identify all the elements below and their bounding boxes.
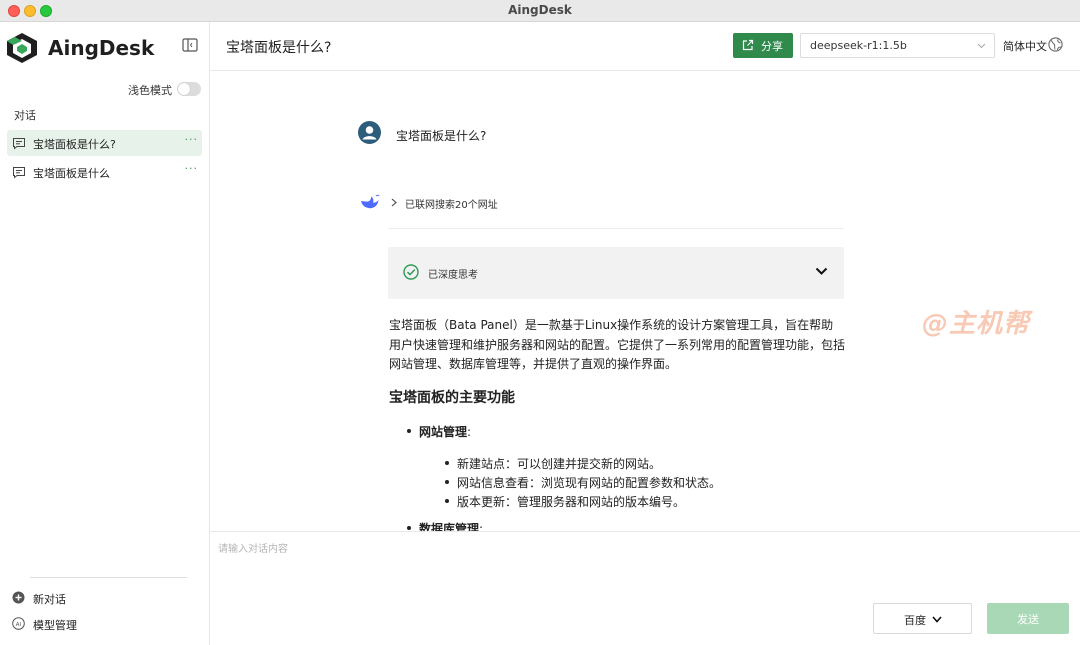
feature-detail: 版本更新：管理服务器和网站的版本编号。 xyxy=(445,493,685,510)
bullet-dot xyxy=(445,479,449,484)
send-label: 发送 xyxy=(1017,613,1039,626)
brand-name: AingDesk xyxy=(48,36,155,60)
bullet-dot xyxy=(407,525,411,530)
feature-item: 数据库管理: xyxy=(407,520,483,531)
feature-detail: 新建站点：可以创建并提交新的网站。 xyxy=(445,455,661,472)
model-manage-label: 模型管理 xyxy=(33,619,77,632)
answer-heading: 宝塔面板的主要功能 xyxy=(389,390,515,406)
light-mode-toggle[interactable] xyxy=(177,82,201,96)
chat-header: 宝塔面板是什么? 分享 deepseek-r1:1.5b 简体中文 xyxy=(210,22,1080,71)
svg-text:AI: AI xyxy=(16,622,22,628)
collapse-sidebar-icon[interactable] xyxy=(182,38,198,52)
chevron-right-icon xyxy=(391,198,397,207)
conversation-label: 宝塔面板是什么? xyxy=(33,138,116,151)
user-message: 宝塔面板是什么? xyxy=(396,129,487,143)
message-input[interactable] xyxy=(218,538,1068,560)
light-mode-label: 浅色模式 xyxy=(128,84,172,97)
sidebar-divider xyxy=(30,577,187,578)
language-label[interactable]: 简体中文 xyxy=(1003,38,1047,54)
bullet-dot xyxy=(445,460,449,465)
toggle-knob xyxy=(178,83,190,95)
ai-icon: AI xyxy=(12,617,25,630)
feature-detail-text: 新建站点：可以创建并提交新的网站。 xyxy=(457,457,662,471)
conversation-label: 宝塔面板是什么 xyxy=(33,167,110,180)
bullet-dot xyxy=(445,498,449,503)
chat-icon xyxy=(13,138,25,150)
web-search-label: 已联网搜索20个网址 xyxy=(405,200,498,211)
chat-icon xyxy=(13,167,25,179)
chevron-down-icon xyxy=(977,43,986,49)
feature-suffix: : xyxy=(479,522,484,531)
plus-circle-icon xyxy=(12,591,25,604)
title-bar: AingDesk xyxy=(0,0,1080,22)
share-label: 分享 xyxy=(761,40,783,53)
composer: 百度 发送 xyxy=(210,531,1080,645)
model-select-value: deepseek-r1:1.5b xyxy=(810,39,907,52)
window-title: AingDesk xyxy=(508,3,572,17)
conversation-item[interactable]: 宝塔面板是什么 ··· xyxy=(7,159,202,185)
aingdesk-logo-icon xyxy=(7,33,37,63)
message-divider xyxy=(388,228,844,229)
answer-paragraph: 宝塔面板（Bata Panel）是一款基于Linux操作系统的设计方案管理工具，… xyxy=(389,318,846,371)
search-engine-select[interactable]: 百度 xyxy=(873,603,972,634)
feature-detail: 网站信息查看：浏览现有网站的配置参数和状态。 xyxy=(445,474,721,491)
conversation-item[interactable]: 宝塔面板是什么? ··· xyxy=(7,130,202,156)
chat-area: 宝塔面板是什么? 已联网搜索20个网址 已深度思考 宝塔面板（Bata Pane… xyxy=(210,71,1080,531)
watermark: @主机帮 xyxy=(922,309,1031,339)
chevron-down-icon xyxy=(932,616,942,623)
new-chat-label: 新对话 xyxy=(33,593,66,606)
feature-title: 网站管理 xyxy=(419,425,468,439)
conversation-section-label: 对话 xyxy=(14,109,36,122)
bullet-dot xyxy=(407,428,411,433)
share-icon xyxy=(742,39,754,51)
globe-icon[interactable] xyxy=(1048,37,1063,52)
conversation-title: 宝塔面板是什么? xyxy=(226,40,332,56)
chevron-down-icon[interactable] xyxy=(815,267,828,275)
user-avatar-icon xyxy=(358,121,381,144)
deepseek-whale-icon xyxy=(361,194,380,209)
search-engine-value: 百度 xyxy=(904,614,926,627)
thinking-label: 已深度思考 xyxy=(428,270,478,281)
feature-detail-text: 版本更新：管理服务器和网站的版本编号。 xyxy=(457,495,686,509)
send-button[interactable]: 发送 xyxy=(987,603,1069,634)
feature-suffix: : xyxy=(467,425,472,439)
more-options-icon[interactable]: ··· xyxy=(185,133,199,146)
model-select[interactable]: deepseek-r1:1.5b xyxy=(800,33,995,58)
feature-title: 数据库管理 xyxy=(419,522,480,531)
thinking-panel[interactable]: 已深度思考 xyxy=(388,247,844,299)
share-button[interactable]: 分享 xyxy=(733,33,793,58)
feature-item: 网站管理: xyxy=(407,423,471,440)
feature-detail-text: 网站信息查看：浏览现有网站的配置参数和状态。 xyxy=(457,476,722,490)
more-options-icon[interactable]: ··· xyxy=(185,162,199,175)
sidebar: AingDesk 浅色模式 对话 宝塔面板是什么? ··· 宝塔面板是什么 ··… xyxy=(0,22,210,645)
check-circle-icon xyxy=(403,264,419,280)
